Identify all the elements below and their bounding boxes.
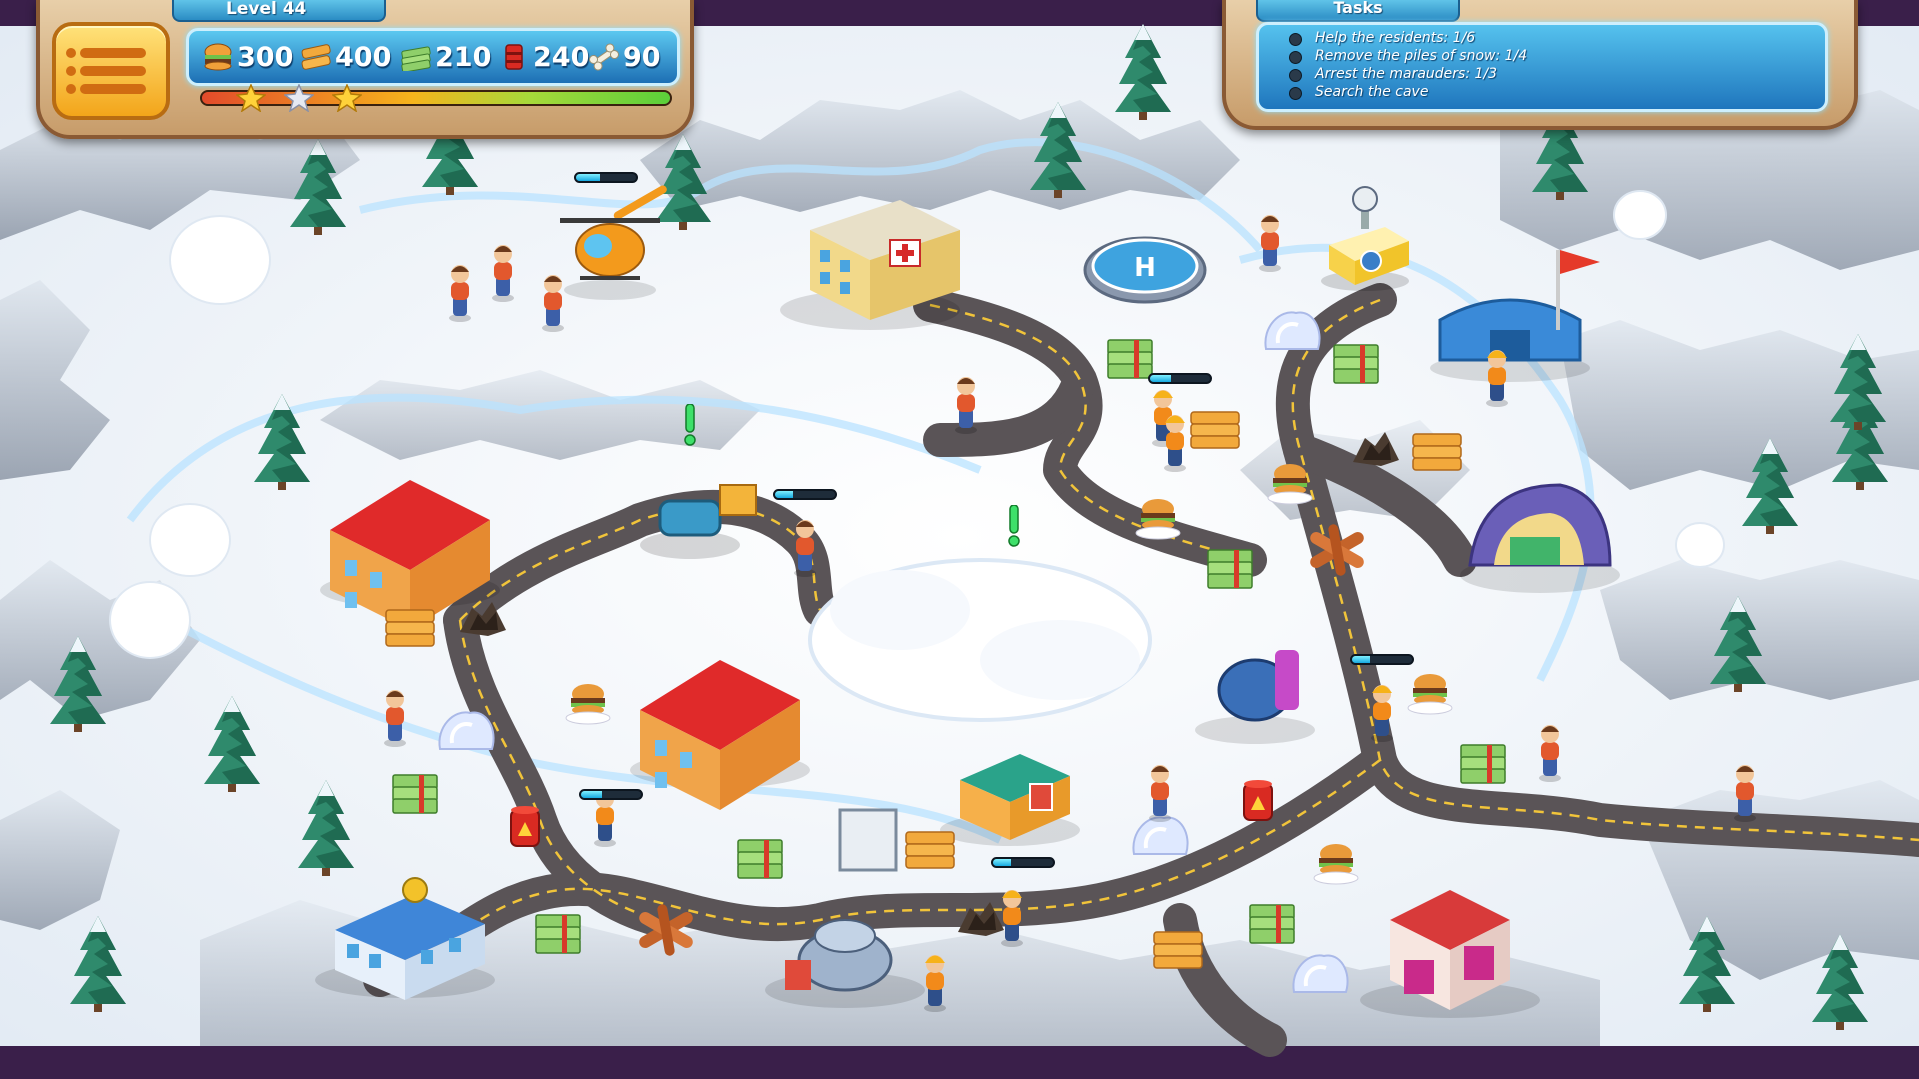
exclamation-icon[interactable]: [682, 404, 698, 446]
resource-food[interactable]: 300: [203, 37, 293, 77]
exclamation-icon[interactable]: [1006, 505, 1022, 547]
task-progress-bar: [991, 857, 1055, 868]
task-text: Remove the piles of snow: 1/4: [1315, 48, 1528, 64]
bone-value: 90: [623, 41, 661, 73]
money-stack-icon: [401, 46, 431, 71]
fuel-value: 240: [533, 41, 590, 73]
task-progress-bar: [579, 789, 643, 800]
food-value: 300: [237, 41, 294, 73]
snow-field-obstacle[interactable]: [808, 558, 1152, 722]
gold-star-icon: [236, 84, 266, 112]
svg-text:H: H: [1134, 253, 1156, 283]
task-item[interactable]: Remove the piles of snow: 1/4: [1289, 47, 1825, 65]
task-text: Search the cave: [1315, 84, 1429, 100]
menu-button[interactable]: [52, 22, 170, 120]
task-item[interactable]: Search the cave: [1289, 83, 1825, 101]
task-text: Help the residents: 1/6: [1315, 30, 1476, 46]
task-bullet-icon: [1289, 51, 1302, 64]
resource-panel: Level 44 300 400 210 240 90: [36, 0, 694, 139]
game-map[interactable]: H: [0, 0, 1919, 1079]
resource-fuel[interactable]: 240: [499, 37, 589, 77]
task-text: Arrest the marauders: 1/3: [1315, 66, 1498, 82]
game-screen: H Level 44 300 400 210 240 90 Tasks Help…: [0, 0, 1919, 1079]
tasks-panel: Tasks Help the residents: 1/6 Remove the…: [1222, 0, 1858, 130]
task-item[interactable]: Help the residents: 1/6: [1289, 29, 1825, 47]
task-bullet-icon: [1289, 33, 1302, 46]
bone-icon: [589, 43, 619, 71]
task-bullet-icon: [1289, 69, 1302, 82]
silver-star-icon: [284, 84, 314, 112]
task-bullet-icon: [1289, 87, 1302, 100]
resource-wood[interactable]: 400: [301, 37, 391, 77]
tasks-title: Tasks: [1256, 0, 1460, 22]
fuel-barrel-icon: [505, 44, 523, 70]
money-value: 210: [435, 41, 492, 73]
task-progress-bar: [773, 489, 837, 500]
resource-money[interactable]: 210: [401, 37, 491, 77]
level-label: Level 44: [172, 0, 386, 22]
tasks-list: Help the residents: 1/6 Remove the piles…: [1256, 22, 1828, 112]
task-progress-bar: [1148, 373, 1212, 384]
resource-bone[interactable]: 90: [589, 37, 661, 77]
gold-star-icon: [332, 84, 362, 112]
task-progress-bar: [1350, 654, 1414, 665]
wood-plank-icon: [301, 44, 331, 70]
resource-bar: 300 400 210 240 90: [186, 28, 680, 86]
helicopter-progress-bar: [574, 172, 638, 183]
task-item[interactable]: Arrest the marauders: 1/3: [1289, 65, 1825, 83]
food-burger-icon: [204, 43, 232, 71]
time-progress-bar: [200, 90, 672, 106]
time-progress-fill: [202, 92, 670, 104]
helipad[interactable]: H: [1083, 236, 1207, 304]
wood-value: 400: [335, 41, 392, 73]
construction-sign[interactable]: [838, 808, 898, 872]
